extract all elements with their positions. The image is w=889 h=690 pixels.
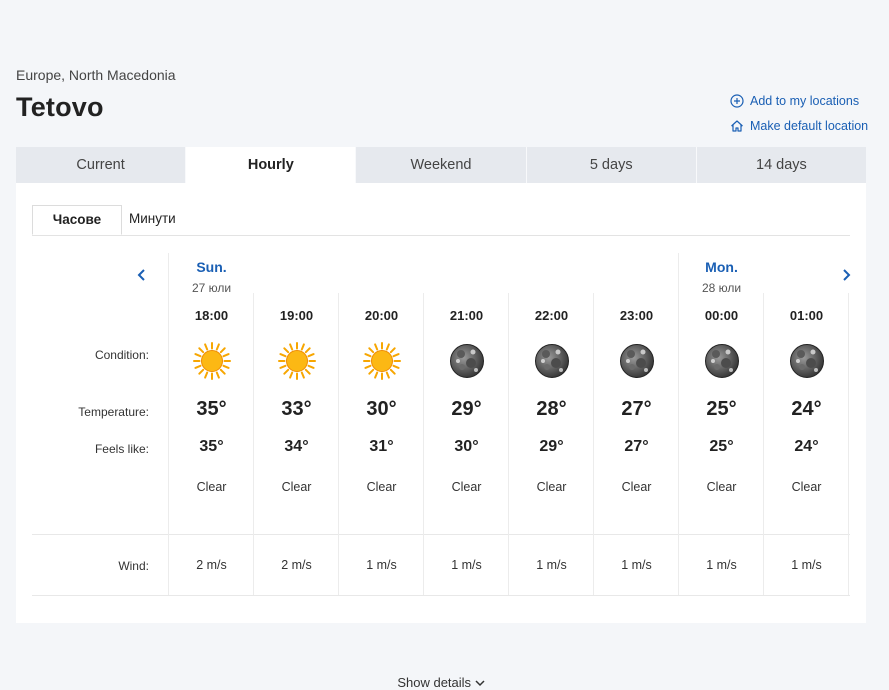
- page-title: Tetovo: [16, 92, 104, 122]
- hour-wind: 2 m/s: [196, 558, 227, 572]
- location-actions: Add to my locations Make default locatio…: [730, 91, 868, 141]
- show-details-label: Show details: [397, 675, 472, 690]
- temperature-label: Temperature:: [78, 405, 149, 419]
- show-details-button[interactable]: Show details: [32, 675, 850, 690]
- hour-condition: Clear: [621, 480, 652, 494]
- hour-condition: Clear: [791, 480, 822, 494]
- tab-minutes[interactable]: Минути: [119, 205, 186, 235]
- default-location-label: Make default location: [750, 119, 869, 133]
- moon-icon: [509, 341, 594, 381]
- sun-icon: [339, 341, 424, 381]
- hour-wind: 1 m/s: [451, 558, 482, 572]
- hour-temperature: 29°: [451, 398, 482, 420]
- tab-hourly[interactable]: Hourly: [186, 147, 357, 183]
- hour-time: 01:00: [789, 308, 824, 323]
- hour-temperature: 30°: [366, 398, 397, 420]
- hour-feels-like: 27°: [624, 438, 649, 455]
- hour-feels-like: 29°: [539, 438, 564, 455]
- hour-wind: 2 m/s: [281, 558, 312, 572]
- moon-icon: [594, 341, 679, 381]
- location-region: Europe, North Macedonia: [16, 67, 176, 83]
- hourly-forecast-table: Sun. 27 юли Mon. 28 юли Condition: Tempe…: [32, 253, 851, 690]
- hour-time: 23:00: [619, 308, 654, 323]
- hour-temperature: 24°: [791, 398, 822, 420]
- chevron-left-icon: [137, 269, 145, 281]
- hour-feels-like: 35°: [199, 438, 224, 455]
- tab-weekend[interactable]: Weekend: [356, 147, 527, 183]
- hour-temperature: 33°: [281, 398, 312, 420]
- tab-5-days[interactable]: 5 days: [526, 147, 697, 183]
- hour-condition: Clear: [451, 480, 482, 494]
- column-divider: [168, 253, 169, 595]
- add-location-label: Add to my locations: [750, 94, 860, 108]
- hourly-panel: Часове Минути Sun. 27 юли Mon. 28 юли Co…: [16, 183, 866, 690]
- hour-wind: 1 m/s: [621, 558, 652, 572]
- hour-wind: 1 m/s: [791, 558, 822, 572]
- day-date: 27 юли: [191, 281, 232, 295]
- wind-label: Wind:: [118, 559, 149, 573]
- hour-wind: 1 m/s: [366, 558, 397, 572]
- chevron-down-icon: [475, 680, 485, 687]
- hour-time: 20:00: [364, 308, 399, 323]
- hour-time: 19:00: [279, 308, 314, 323]
- tab-hours[interactable]: Часове: [32, 205, 122, 235]
- hour-condition: Clear: [196, 480, 227, 494]
- hour-condition: Clear: [706, 480, 737, 494]
- tab-current[interactable]: Current: [16, 147, 187, 183]
- moon-icon: [764, 341, 849, 381]
- divider: [32, 534, 850, 535]
- hour-temperature: 35°: [196, 398, 227, 420]
- hour-feels-like: 30°: [454, 438, 479, 455]
- home-icon: [731, 120, 743, 132]
- hour-feels-like: 31°: [369, 438, 394, 455]
- hour-temperature: 25°: [706, 398, 737, 420]
- hour-wind: 1 m/s: [706, 558, 737, 572]
- day-name: Mon.: [705, 259, 738, 275]
- column-divider: [848, 293, 849, 595]
- sun-icon: [169, 341, 254, 381]
- granularity-tabs: Часове Минути: [32, 205, 850, 236]
- hour-feels-like: 24°: [794, 438, 819, 455]
- hour-time: 22:00: [534, 308, 569, 323]
- day-date: 28 юли: [701, 281, 742, 295]
- hour-time: 21:00: [449, 308, 484, 323]
- hour-condition: Clear: [366, 480, 397, 494]
- hour-feels-like: 34°: [284, 438, 309, 455]
- hour-temperature: 27°: [621, 398, 652, 420]
- sun-icon: [254, 341, 339, 381]
- day-name: Sun.: [196, 259, 227, 275]
- divider: [32, 595, 850, 596]
- default-location-link[interactable]: Make default location: [730, 116, 868, 136]
- column-divider: [678, 253, 679, 595]
- plus-circle-icon: [730, 94, 744, 108]
- chevron-right-icon: [843, 269, 851, 281]
- feels-like-label: Feels like:: [94, 442, 149, 456]
- next-button[interactable]: [838, 267, 854, 283]
- hour-wind: 1 m/s: [536, 558, 567, 572]
- hour-feels-like: 25°: [709, 438, 734, 455]
- day-header-monday: Mon. 28 юли: [679, 259, 764, 295]
- hour-condition: Clear: [281, 480, 312, 494]
- condition-label: Condition:: [94, 348, 149, 362]
- day-header-sunday: Sun. 27 юли: [169, 259, 254, 295]
- hour-time: 00:00: [704, 308, 739, 323]
- tab-14-days[interactable]: 14 days: [696, 147, 867, 183]
- add-location-link[interactable]: Add to my locations: [730, 91, 868, 111]
- hour-temperature: 28°: [536, 398, 567, 420]
- forecast-tabs: Current Hourly Weekend 5 days 14 days: [16, 147, 867, 183]
- hour-condition: Clear: [536, 480, 567, 494]
- moon-icon: [424, 341, 509, 381]
- previous-button[interactable]: [134, 267, 150, 283]
- hour-time: 18:00: [194, 308, 229, 323]
- moon-icon: [679, 341, 764, 381]
